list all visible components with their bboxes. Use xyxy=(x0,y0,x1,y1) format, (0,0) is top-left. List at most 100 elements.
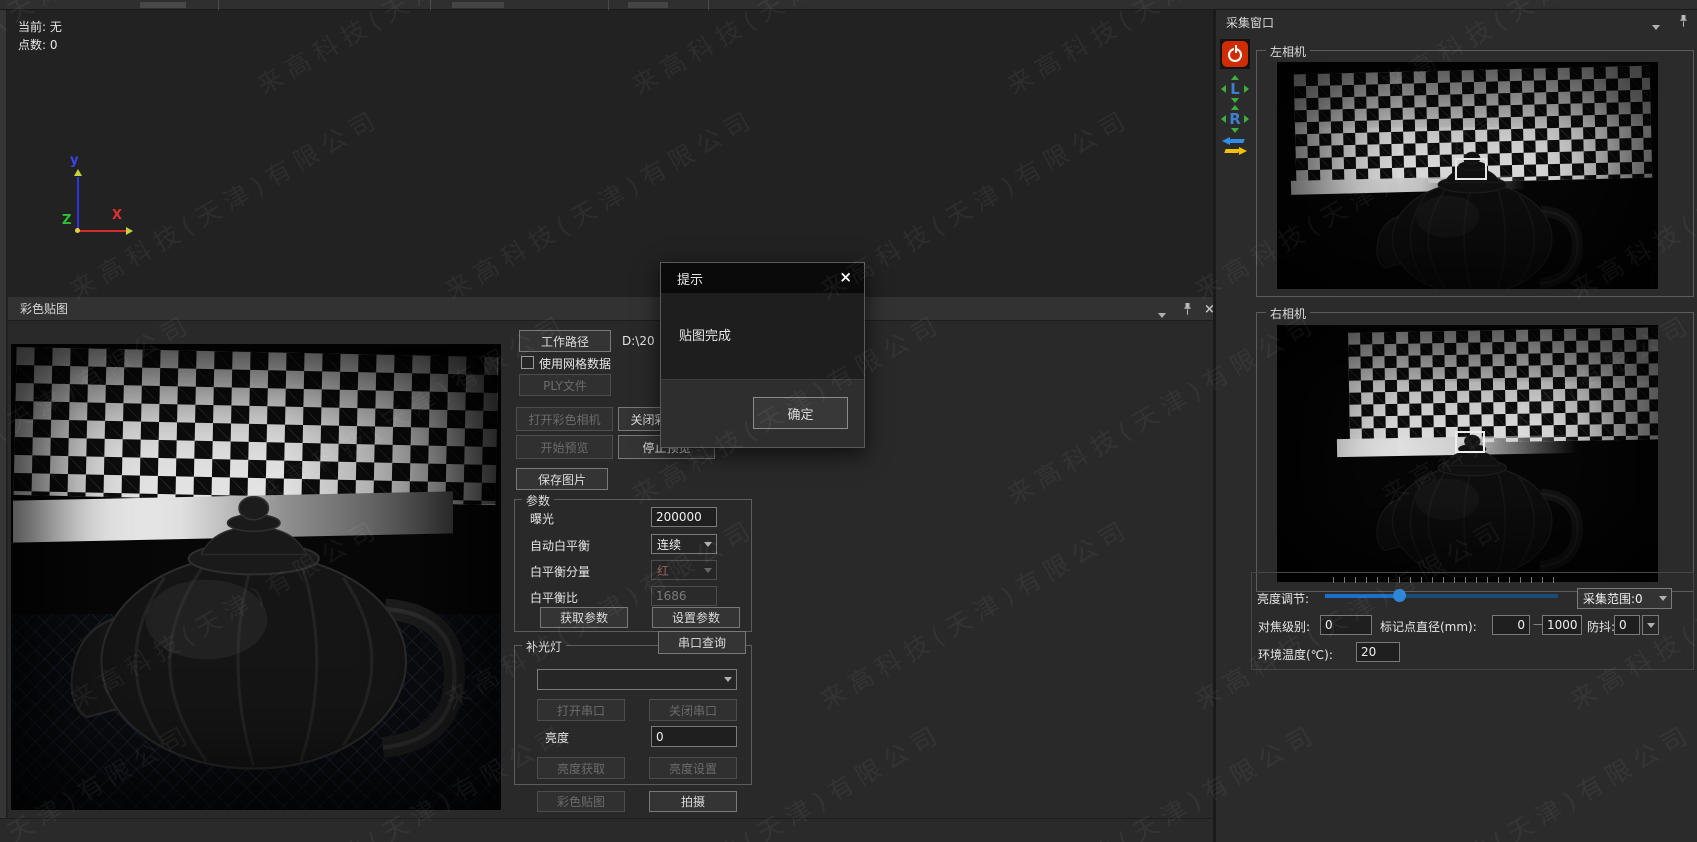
axis-x-line xyxy=(78,230,128,232)
focus-level-label: 对焦级别: xyxy=(1258,618,1310,635)
use-grid-data-label: 使用网格数据 xyxy=(539,355,611,372)
right-camera-image xyxy=(1277,325,1658,582)
right-camera-letter: R xyxy=(1222,106,1248,132)
work-path-value: D:\20 xyxy=(622,334,655,348)
color-map-button[interactable]: 彩色贴图 xyxy=(537,791,625,812)
serial-query-button[interactable]: 串口查询 xyxy=(658,631,746,654)
pin-icon[interactable] xyxy=(1678,14,1689,31)
set-brightness-button[interactable]: 亮度设置 xyxy=(649,757,737,779)
axis-x-label: X xyxy=(112,208,122,223)
swap-right-arrowhead xyxy=(1239,147,1247,155)
auto-white-balance-label: 自动白平衡 xyxy=(530,537,590,554)
set-params-button[interactable]: 设置参数 xyxy=(652,607,740,628)
start-preview-button[interactable]: 开始预览 xyxy=(516,435,613,459)
photo-teapot xyxy=(49,462,490,798)
get-params-button[interactable]: 获取参数 xyxy=(540,607,628,628)
dialog-titlebar: 提示 × xyxy=(661,263,864,293)
power-icon-bar xyxy=(1235,45,1238,53)
color-map-panel: 彩色贴图 × 工作路径 D:\20 使用 xyxy=(8,297,1213,818)
get-brightness-button[interactable]: 亮度获取 xyxy=(537,757,625,779)
color-map-panel-header: 彩色贴图 × xyxy=(8,297,1213,321)
brightness-slider-handle[interactable] xyxy=(1393,589,1406,602)
antishake-value-box[interactable]: 0 xyxy=(1614,615,1640,635)
current-model-label: 当前: 无 xyxy=(18,18,62,35)
serial-port-dropdown[interactable] xyxy=(537,669,737,690)
power-button[interactable] xyxy=(1222,41,1248,67)
wb-ratio-input[interactable]: 1686 xyxy=(651,586,717,606)
axis-z-label: Z xyxy=(62,213,71,228)
marker-diameter-min-input[interactable]: 0 xyxy=(1492,615,1530,635)
close-serial-button[interactable]: 关闭串口 xyxy=(649,699,737,721)
message-dialog: 提示 × 贴图完成 确定 xyxy=(660,262,865,448)
slider-ticks xyxy=(1333,577,1559,583)
focus-level-input[interactable]: 0 xyxy=(1320,615,1372,635)
exposure-input[interactable]: 200000 xyxy=(651,507,717,527)
brightness-slider-track[interactable] xyxy=(1399,594,1558,598)
chevron-down-icon[interactable] xyxy=(1652,19,1660,33)
axis-y-line xyxy=(77,177,79,231)
right-camera-label: 右相机 xyxy=(1266,305,1310,322)
toolbar-separator xyxy=(430,0,431,10)
antishake-dropdown-arrow[interactable] xyxy=(1642,615,1659,635)
marker-diameter-label: 标记点直径(mm): xyxy=(1380,618,1477,635)
axis-gizmo: y X Z xyxy=(48,145,158,255)
capture-button[interactable]: 拍摄 xyxy=(649,791,737,812)
left-gutter xyxy=(0,10,7,842)
dialog-close-icon[interactable]: × xyxy=(839,270,852,285)
swap-left-bar xyxy=(1229,139,1244,143)
toolbar-button-fragment xyxy=(452,2,504,8)
axis-x-arrowhead xyxy=(126,227,133,235)
use-grid-data-checkbox[interactable] xyxy=(521,356,534,369)
left-camera-label: 左相机 xyxy=(1266,43,1310,60)
chevron-down-icon[interactable] xyxy=(1158,307,1166,321)
toolbar-button-fragment xyxy=(628,2,668,8)
toolbar-separator xyxy=(608,0,609,10)
toolbar-separator xyxy=(708,0,709,10)
ambient-temp-input[interactable]: 20 xyxy=(1356,642,1400,662)
wb-ratio-label: 白平衡比 xyxy=(530,589,578,606)
toolbar-separator xyxy=(218,0,219,10)
color-map-panel-title: 彩色贴图 xyxy=(20,300,68,317)
lamp-brightness-input[interactable]: 0 xyxy=(651,726,737,747)
auto-white-balance-dropdown[interactable]: 连续 xyxy=(651,534,717,554)
pin-icon[interactable] xyxy=(1182,302,1193,319)
open-serial-button[interactable]: 打开串口 xyxy=(537,699,625,721)
wb-component-dropdown[interactable]: 红 xyxy=(651,560,717,580)
dialog-ok-button[interactable]: 确定 xyxy=(753,397,848,429)
left-camera-letter: L xyxy=(1222,76,1248,102)
save-image-button[interactable]: 保存图片 xyxy=(516,468,608,490)
brightness-slider-track-filled[interactable] xyxy=(1325,594,1399,598)
right-camera-nav-icon[interactable]: R xyxy=(1222,106,1248,132)
axis-origin-dot xyxy=(75,228,80,233)
toolbar-button-fragment xyxy=(140,2,186,8)
capture-range-dropdown[interactable]: 采集范围:0 xyxy=(1577,588,1672,609)
ply-file-button[interactable]: PLY文件 xyxy=(519,374,611,396)
capture-panel-title: 采集窗口 xyxy=(1226,14,1274,31)
axis-y-label: y xyxy=(70,153,78,168)
marker-diameter-max-input[interactable]: 1000 xyxy=(1542,615,1582,635)
left-cam-marker-box xyxy=(1455,158,1487,180)
axis-y-arrowhead xyxy=(74,169,82,176)
swap-right-bar xyxy=(1224,149,1239,153)
capture-window-panel: 采集窗口 L R xyxy=(1216,10,1697,842)
dialog-footer: 确定 xyxy=(661,379,864,447)
lamp-brightness-label: 亮度 xyxy=(545,729,569,746)
wb-component-label: 白平衡分量 xyxy=(530,563,590,580)
point-count-label: 点数: 0 xyxy=(18,36,58,53)
ambient-temp-label: 环境温度(℃): xyxy=(1258,646,1333,663)
params-group-title: 参数 xyxy=(522,492,554,509)
teapot-graphic xyxy=(49,462,490,798)
right-cam-marker-box xyxy=(1455,431,1485,453)
dialog-title: 提示 xyxy=(677,269,703,288)
left-camera-nav-icon[interactable]: L xyxy=(1222,76,1248,102)
antishake-label: 防抖: xyxy=(1587,618,1615,635)
3d-viewport[interactable]: 当前: 无 点数: 0 y X Z xyxy=(8,10,1213,297)
dialog-message: 贴图完成 xyxy=(679,325,731,344)
work-path-button[interactable]: 工作路径 xyxy=(519,330,611,352)
brightness-adjust-label: 亮度调节: xyxy=(1257,590,1309,607)
bottom-strip xyxy=(0,818,1213,842)
open-color-camera-button[interactable]: 打开彩色相机 xyxy=(516,407,613,431)
swap-cameras-icon[interactable] xyxy=(1222,136,1248,158)
exposure-label: 曝光 xyxy=(530,510,554,527)
application-window: 当前: 无 点数: 0 y X Z 彩色贴图 × xyxy=(0,0,1697,842)
